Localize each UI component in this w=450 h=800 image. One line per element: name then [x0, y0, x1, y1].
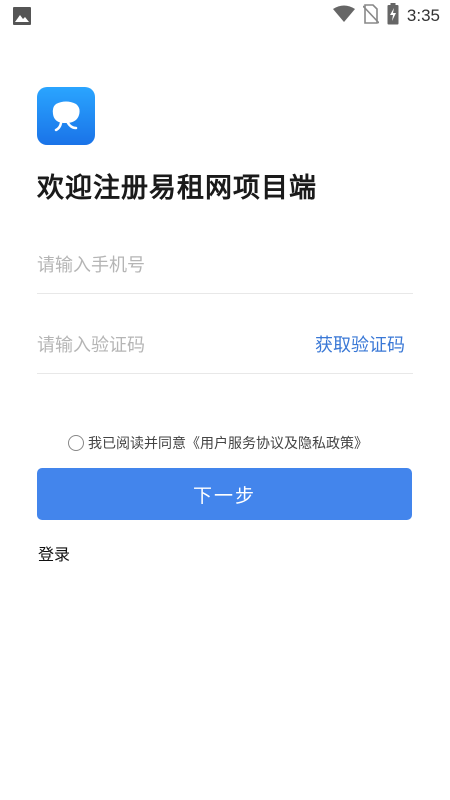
- verification-code-input[interactable]: [37, 323, 297, 367]
- status-time: 3:35: [406, 6, 440, 25]
- agreement-checkbox[interactable]: [68, 435, 84, 451]
- status-icons: 3:35: [332, 3, 440, 29]
- app-logo-icon: [37, 87, 95, 145]
- agreement-row: 我已阅读并同意《用户服务协议及隐私政策》: [68, 433, 368, 453]
- phone-input[interactable]: [37, 243, 297, 287]
- page-title: 欢迎注册易租网项目端: [37, 173, 317, 204]
- next-step-button[interactable]: 下一步: [37, 468, 412, 520]
- no-sim-icon: [362, 4, 380, 28]
- agreement-text[interactable]: 我已阅读并同意《用户服务协议及隐私政策》: [88, 433, 368, 453]
- battery-charging-icon: [387, 3, 399, 29]
- image-icon: [12, 6, 32, 26]
- login-link[interactable]: 登录: [38, 541, 70, 565]
- status-bar: 3:35: [0, 0, 450, 32]
- code-field-row: 获取验证码: [37, 317, 413, 374]
- get-code-button[interactable]: 获取验证码: [315, 331, 405, 357]
- wifi-icon: [332, 5, 355, 27]
- phone-field-row: [37, 237, 413, 294]
